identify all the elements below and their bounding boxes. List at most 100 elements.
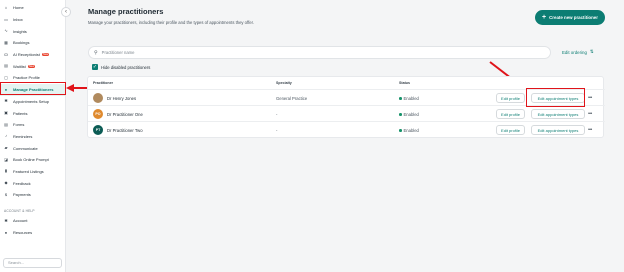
patients-icon: ▣	[4, 110, 8, 116]
column-header-practitioner: Practitioner	[93, 81, 113, 85]
column-header-status: Status	[399, 81, 410, 85]
home-icon: ⌂	[4, 4, 8, 10]
sidebar-item-label: Practice Profile	[13, 75, 40, 81]
collapse-sidebar-button[interactable]: ‹	[61, 7, 71, 17]
hide-disabled-label: Hide disabled practitioners	[101, 64, 151, 70]
practitioners-table: Practitioner Specialty Status Dr Henry J…	[87, 76, 605, 138]
practitioner-search-input[interactable]: ⚲ Practitioner name	[88, 46, 551, 59]
sidebar-item-inbox[interactable]: ▭ Inbox	[0, 14, 65, 26]
inbox-icon: ▭	[4, 16, 8, 22]
chat-icon: ▰	[4, 145, 8, 151]
hide-disabled-row[interactable]: ✓ Hide disabled practitioners	[92, 64, 150, 70]
sidebar-search-input[interactable]: Search...	[3, 258, 62, 268]
sidebar-item-label: Resources	[13, 230, 33, 236]
sidebar-item-account[interactable]: ✱ Account	[0, 215, 66, 227]
table-row: PO Dr Practitioner One - Enabled Edit pr…	[88, 105, 605, 121]
sidebar-item-book-online-prompt[interactable]: ◪ Book Online Prompt	[0, 154, 65, 166]
gear-icon: ✱	[4, 98, 8, 104]
sidebar-item-home[interactable]: ⌂ Home	[0, 2, 65, 14]
table-header: Practitioner Specialty Status	[88, 77, 605, 89]
edit-appointment-types-button[interactable]: Edit appointment types	[531, 125, 585, 135]
sidebar-item-reminders[interactable]: ♪ Reminders	[0, 131, 65, 143]
bell-icon: ♪	[5, 133, 7, 139]
new-badge: New	[27, 64, 36, 68]
status-badge: Enabled	[399, 112, 419, 117]
status-dot-icon	[399, 97, 402, 100]
practitioner-specialty: General Practice	[276, 96, 308, 101]
sidebar-item-label: Appointments Setup	[13, 98, 50, 104]
sidebar-item-resources[interactable]: ● Resources	[0, 227, 66, 239]
sidebar-item-label: Communicate	[13, 145, 38, 151]
page-subtitle: Manage your practitioners, including the…	[88, 20, 254, 25]
account-gear-icon: ✱	[4, 217, 8, 223]
payments-icon: $	[4, 191, 8, 197]
sidebar-account-nav: ✱ Account ● Resources	[0, 215, 66, 238]
more-options-icon[interactable]: •••	[588, 111, 592, 117]
sidebar-item-forms[interactable]: ▤ Forms	[0, 119, 65, 131]
sidebar-item-label: Book Online Prompt	[13, 157, 49, 163]
edit-appointment-types-button[interactable]: Edit appointment types	[531, 93, 585, 103]
new-badge: New	[41, 52, 50, 57]
edit-ordering-button[interactable]: Edit ordering ⇅	[562, 49, 594, 55]
more-options-icon[interactable]: •••	[588, 95, 592, 101]
sidebar-item-feedback[interactable]: ◆ Feedback	[0, 177, 65, 189]
sidebar-item-communicate[interactable]: ▰ Communicate	[0, 142, 65, 154]
sidebar-item-bookings[interactable]: ▦ Bookings	[0, 37, 65, 49]
lightbulb-icon: ●	[4, 229, 8, 235]
sidebar-item-manage-practitioners[interactable]: ● Manage Practitioners	[0, 83, 65, 96]
status-dot-icon	[399, 113, 402, 116]
sidebar-item-label: Patients	[13, 110, 28, 116]
headset-icon: ☊	[4, 51, 8, 57]
sort-icon: ⇅	[589, 49, 594, 54]
create-new-practitioner-button[interactable]: + Create new practitioner	[535, 10, 605, 25]
edit-appointment-types-button[interactable]: Edit appointment types	[531, 109, 585, 119]
sidebar-item-appointments-setup[interactable]: ✱ Appointments Setup	[0, 96, 65, 108]
avatar	[93, 93, 103, 103]
status-badge: Enabled	[399, 96, 419, 101]
practitioner-specialty: -	[276, 128, 278, 133]
sidebar-item-label: Payments	[13, 192, 31, 198]
status-label: Enabled	[403, 96, 419, 101]
more-options-icon[interactable]: •••	[588, 127, 592, 133]
sidebar-item-payments[interactable]: $ Payments	[0, 189, 65, 201]
sidebar-item-label: Waitlist	[13, 63, 26, 69]
status-badge: Enabled	[399, 128, 419, 133]
edit-profile-button[interactable]: Edit profile	[496, 93, 525, 103]
edit-profile-button[interactable]: Edit profile	[496, 125, 525, 135]
sidebar: ⌂ Home ▭ Inbox ∿ Insights ▦ Bookings ☊ AI Recepti…	[0, 0, 66, 272]
feedback-icon: ◆	[4, 180, 8, 186]
sidebar-item-label: AI Receptionist	[13, 52, 40, 58]
status-label: Enabled	[403, 128, 419, 133]
sidebar-item-practice-profile[interactable]: ▢ Practice Profile	[0, 72, 65, 84]
sidebar-item-label: Feedback	[13, 180, 31, 186]
column-header-specialty: Specialty	[276, 81, 292, 85]
forms-icon: ▤	[4, 121, 8, 127]
sidebar-item-label: Reminders	[13, 133, 33, 139]
sidebar-item-featured-listings[interactable]: ▮ Featured Listings	[0, 166, 65, 178]
sidebar-nav: ⌂ Home ▭ Inbox ∿ Insights ▦ Bookings ☊ AI Recepti…	[0, 0, 65, 201]
sidebar-item-waitlist[interactable]: ▤ Waitlist New	[0, 60, 65, 72]
sidebar-item-label: Insights	[13, 28, 27, 34]
book-online-icon: ◪	[4, 156, 8, 162]
edit-profile-button[interactable]: Edit profile	[496, 109, 525, 119]
waitlist-icon: ▤	[4, 63, 8, 69]
sidebar-item-label: Featured Listings	[13, 168, 44, 174]
practitioner-name: Dr Practitioner One	[107, 112, 143, 117]
search-placeholder: Practitioner name	[101, 50, 135, 55]
sidebar-item-label: Inbox	[13, 17, 23, 23]
sidebar-item-insights[interactable]: ∿ Insights	[0, 25, 65, 37]
hide-disabled-checkbox[interactable]: ✓	[92, 64, 98, 70]
insights-icon: ∿	[4, 28, 8, 34]
table-row: Dr Henry Jones General Practice Enabled …	[88, 89, 605, 105]
profile-icon: ▢	[4, 74, 8, 80]
sidebar-item-patients[interactable]: ▣ Patients	[0, 107, 65, 119]
calendar-icon: ▦	[4, 39, 8, 45]
page-title: Manage practitioners	[88, 7, 164, 16]
status-label: Enabled	[403, 112, 419, 117]
sidebar-item-ai-receptionist[interactable]: ☊ AI Receptionist New	[0, 49, 65, 61]
edit-ordering-label: Edit ordering	[562, 49, 587, 55]
avatar: PO	[93, 109, 103, 119]
featured-icon: ▮	[4, 168, 8, 174]
arrow-head-sidebar	[66, 84, 74, 92]
status-dot-icon	[399, 129, 402, 132]
